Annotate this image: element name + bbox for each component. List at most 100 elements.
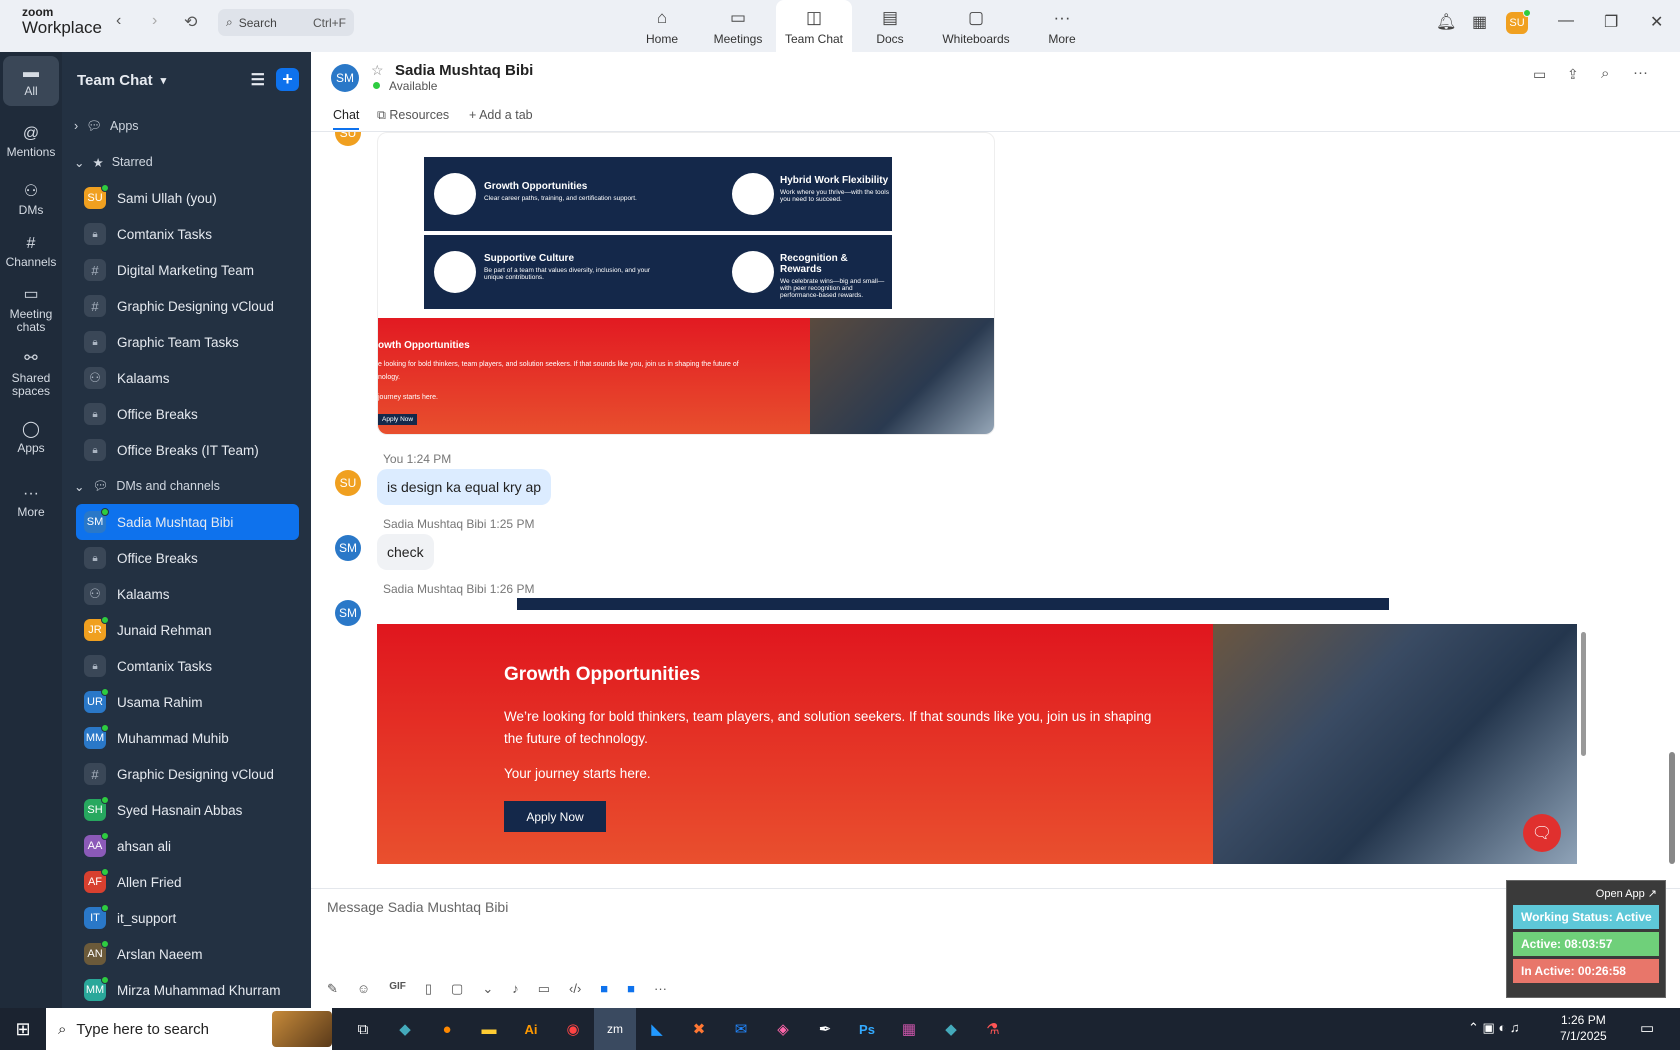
nav-home[interactable]: ⌂ Home <box>624 0 700 52</box>
mic-icon[interactable]: ♪ <box>512 981 519 997</box>
app-icon[interactable]: ■ <box>627 981 635 997</box>
message-input[interactable]: Message Sadia Mushtaq Bibi <box>327 899 1387 915</box>
file-explorer-icon[interactable]: ▬ <box>468 1008 510 1050</box>
sidebar-item[interactable]: MM Muhammad Muhib <box>62 720 311 756</box>
zoom-icon[interactable]: zm <box>594 1008 636 1050</box>
format-icon[interactable]: ✎ <box>327 981 338 997</box>
minimize-icon[interactable]: — <box>1558 12 1574 30</box>
app-icon[interactable]: ◆ <box>384 1008 426 1050</box>
vscode-icon[interactable]: ◣ <box>636 1008 678 1050</box>
task-view-icon[interactable]: ⧉ <box>342 1008 384 1050</box>
close-icon[interactable]: ✕ <box>1650 12 1663 32</box>
new-chat-button[interactable]: + <box>276 68 299 91</box>
tab-resources[interactable]: ⧉ Resources <box>377 108 449 123</box>
rail-mentions[interactable]: @ Mentions <box>0 110 62 174</box>
sidebar-item[interactable]: # Graphic Designing vCloud <box>62 756 311 792</box>
rail-channels[interactable]: # Channels <box>0 226 62 278</box>
rail-meeting-chats[interactable]: ▭ Meeting chats <box>0 278 62 342</box>
chevron-down-icon[interactable]: ▾ <box>161 74 167 87</box>
maximize-icon[interactable]: ❐ <box>1604 12 1618 32</box>
rail-more[interactable]: ··· More <box>0 470 62 534</box>
section-dms[interactable]: ⌄ 💬︎ DMs and channels <box>62 468 311 504</box>
image-scrollbar[interactable] <box>1581 632 1586 756</box>
app-icon[interactable]: ◈ <box>762 1008 804 1050</box>
sidebar-item[interactable]: SM Sadia Mushtaq Bibi <box>76 504 299 540</box>
sidebar-item[interactable]: MM Mirza Muhammad Khurram <box>62 972 311 1008</box>
tab-chat[interactable]: Chat <box>333 108 360 130</box>
sidebar-item[interactable]: AF Allen Fried <box>62 864 311 900</box>
app-icon[interactable]: ■ <box>600 981 608 997</box>
firefox-icon[interactable]: ● <box>426 1008 468 1050</box>
chrome-icon[interactable]: ◉ <box>552 1008 594 1050</box>
sidebar-item[interactable]: SH Syed Hasnain Abbas <box>62 792 311 828</box>
rail-apps[interactable]: ◯ Apps <box>0 406 62 470</box>
outlook-icon[interactable]: ✉ <box>720 1008 762 1050</box>
gif-icon[interactable]: GIF <box>389 981 406 997</box>
share-screen-icon[interactable]: ⇪ <box>1567 66 1579 83</box>
file-icon[interactable]: ▯ <box>425 981 432 997</box>
illustrator-icon[interactable]: Ai <box>510 1008 552 1050</box>
more-icon[interactable]: ··· <box>1633 64 1648 81</box>
sidebar-item[interactable]: ⚇ Kalaams <box>62 576 311 612</box>
rail-dms[interactable]: ⚇ DMs <box>0 174 62 226</box>
message-bubble[interactable]: is design ka equal kry ap <box>377 469 552 505</box>
calendar-icon[interactable]: ▦ <box>1472 12 1487 32</box>
sidebar-item[interactable]: # Graphic Designing vCloud <box>62 288 311 324</box>
star-icon[interactable]: ☆ <box>371 62 384 79</box>
nav-meetings[interactable]: ▭ Meetings <box>700 0 776 52</box>
nav-team-chat[interactable]: ◫ Team Chat <box>776 0 852 52</box>
sidebar-item[interactable]: 🔒︎ Office Breaks (IT Team) <box>62 432 311 468</box>
windows-start-icon[interactable]: ⊞ <box>0 1008 46 1050</box>
section-starred[interactable]: ⌄ ★ Starred <box>62 144 311 180</box>
sidebar-item[interactable]: AA ahsan ali <box>62 828 311 864</box>
pen-icon[interactable]: ✒ <box>804 1008 846 1050</box>
more-icon[interactable]: ··· <box>654 981 667 997</box>
emoji-icon[interactable]: ☺ <box>357 981 370 997</box>
open-app-button[interactable]: Open App ↗ <box>1507 881 1665 902</box>
app-icon[interactable]: ◆ <box>930 1008 972 1050</box>
search-input[interactable]: ⌕ Search Ctrl+F <box>218 9 354 36</box>
forward-icon[interactable]: › <box>152 12 157 30</box>
bell-icon[interactable]: 🔔︎ <box>1436 12 1456 32</box>
photoshop-icon[interactable]: Ps <box>846 1008 888 1050</box>
chevron-down-icon[interactable]: ⌄ <box>482 981 493 997</box>
sidebar-item[interactable]: UR Usama Rahim <box>62 684 311 720</box>
contact-avatar[interactable]: SM <box>331 64 359 92</box>
rail-all[interactable]: ▬ All <box>3 56 59 106</box>
sidebar-item[interactable]: 🔒︎ Office Breaks <box>62 540 311 576</box>
chat-bubble-icon[interactable]: 🗨︎ <box>1523 814 1561 852</box>
tray-icons[interactable]: ⌃ ▣ ◐ ♫ <box>1468 1020 1520 1036</box>
video-icon[interactable]: ▭ <box>1533 66 1546 83</box>
image-attachment[interactable]: Growth Opportunities Clear career paths, … <box>377 132 995 435</box>
sidebar-item[interactable]: 🔒︎ Comtanix Tasks <box>62 648 311 684</box>
video-message-icon[interactable]: ▭ <box>538 981 550 997</box>
history-icon[interactable]: ⟲ <box>184 12 197 32</box>
xampp-icon[interactable]: ✖ <box>678 1008 720 1050</box>
filter-icon[interactable]: ☰ <box>251 70 265 90</box>
message-bubble[interactable]: check <box>377 534 434 570</box>
tab-add[interactable]: + Add a tab <box>469 108 533 122</box>
sidebar-item[interactable]: JR Junaid Rehman <box>62 612 311 648</box>
back-icon[interactable]: ‹ <box>116 12 121 30</box>
rail-shared-spaces[interactable]: ⚯ Shared spaces <box>0 342 62 406</box>
section-apps[interactable]: › 💬︎ Apps <box>62 108 311 144</box>
contact-name[interactable]: Sadia Mushtaq Bibi <box>395 62 533 79</box>
nav-more[interactable]: ··· More <box>1024 0 1100 52</box>
search-icon[interactable]: ⌕ <box>1601 65 1609 82</box>
sidebar-item[interactable]: IT it_support <box>62 900 311 936</box>
taskbar-search[interactable]: ⌕ Type here to search <box>46 1008 332 1050</box>
app-icon[interactable]: ⚗ <box>972 1008 1014 1050</box>
code-icon[interactable]: ‹/› <box>569 981 581 997</box>
sidebar-item[interactable]: # Digital Marketing Team <box>62 252 311 288</box>
sidebar-item[interactable]: 🔒︎ Graphic Team Tasks <box>62 324 311 360</box>
user-avatar[interactable]: SU <box>1506 9 1531 34</box>
sidebar-item[interactable]: 🔒︎ Comtanix Tasks <box>62 216 311 252</box>
notifications-icon[interactable]: ▭ <box>1640 1019 1654 1037</box>
sidebar-item[interactable]: 🔒︎ Office Breaks <box>62 396 311 432</box>
image-attachment[interactable]: Growth Opportunities We’re looking for b… <box>377 598 1589 888</box>
sidebar-title[interactable]: Team Chat <box>77 72 153 89</box>
nav-docs[interactable]: ▤ Docs <box>852 0 928 52</box>
taskbar-clock[interactable]: 1:26 PM 7/1/2025 <box>1560 1012 1607 1044</box>
screenshot-icon[interactable]: ▢ <box>451 981 463 997</box>
winrar-icon[interactable]: ▦ <box>888 1008 930 1050</box>
